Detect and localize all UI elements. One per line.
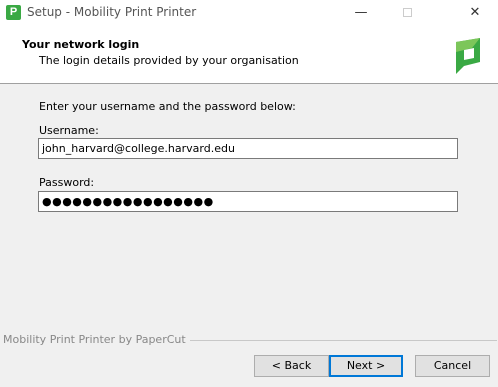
footer-brand-text: Mobility Print Printer by PaperCut [3, 333, 190, 346]
app-icon: P [6, 5, 21, 20]
maximize-button[interactable] [384, 0, 430, 28]
minimize-button[interactable]: — [338, 0, 384, 28]
page-subtitle: The login details provided by your organ… [39, 54, 299, 67]
cancel-button[interactable]: Cancel [415, 355, 490, 377]
username-label: Username: [39, 124, 99, 137]
username-input[interactable]: john_harvard@college.harvard.edu [38, 138, 458, 159]
back-button[interactable]: < Back [254, 355, 329, 377]
papercut-logo-icon [456, 38, 480, 74]
page-title: Your network login [22, 38, 140, 51]
title-bar: P Setup - Mobility Print Printer — ✕ [0, 0, 498, 28]
window-title: Setup - Mobility Print Printer [27, 5, 197, 19]
maximize-icon [402, 8, 412, 17]
form-instruction: Enter your username and the password bel… [39, 100, 296, 113]
next-button[interactable]: Next > [329, 355, 403, 377]
wizard-header: Your network login The login details pro… [0, 28, 498, 84]
login-form: Enter your username and the password bel… [0, 85, 498, 335]
password-label: Password: [39, 176, 95, 189]
close-button[interactable]: ✕ [452, 0, 498, 28]
password-input[interactable]: ●●●●●●●●●●●●●●●●● [38, 191, 458, 212]
